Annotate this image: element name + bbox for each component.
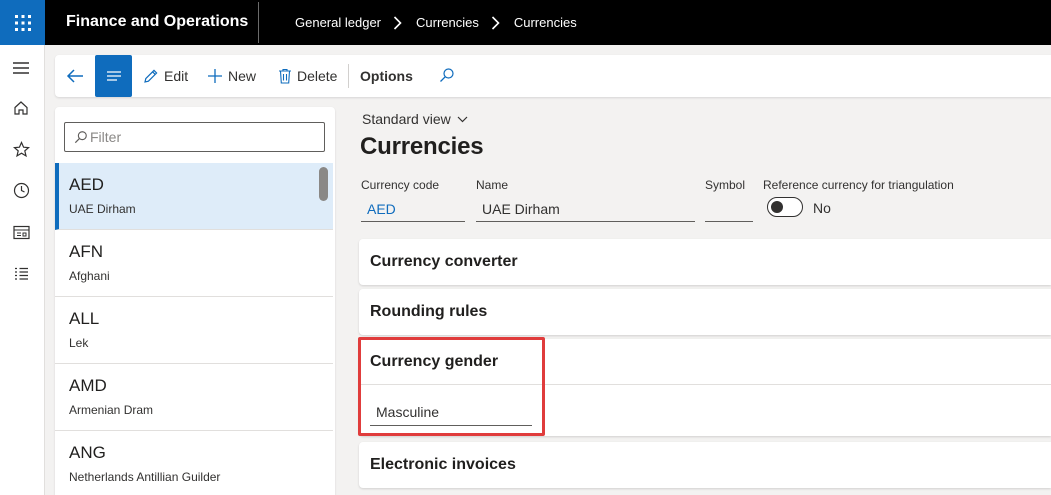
edit-label: Edit	[164, 68, 189, 84]
reference-currency-value: No	[813, 200, 831, 216]
currency-list: AED UAE Dirham AFN Afghani ALL Lek AMD A…	[55, 163, 333, 495]
toolbar-divider	[348, 64, 349, 88]
plus-icon	[208, 69, 222, 83]
search-icon	[74, 131, 87, 144]
list-item-code: ANG	[69, 443, 106, 462]
filter-box	[64, 122, 325, 152]
section-title: Rounding rules	[370, 303, 488, 320]
list-item-name: UAE Dirham	[69, 202, 136, 216]
app-launcher-button[interactable]	[0, 0, 45, 45]
reference-currency-label: Reference currency for triangulation	[763, 178, 954, 192]
top-bar: Finance and Operations General ledger Cu…	[0, 0, 1051, 45]
search-button[interactable]	[439, 67, 455, 88]
chevron-down-icon	[457, 116, 468, 122]
currency-list-panel: AED UAE Dirham AFN Afghani ALL Lek AMD A…	[55, 107, 335, 495]
new-button[interactable]: New	[207, 55, 256, 97]
arrow-left-icon	[66, 69, 83, 83]
highlight-box	[358, 337, 545, 436]
list-item-name: Lek	[69, 336, 89, 350]
electronic-invoices-section[interactable]: Electronic invoices	[359, 442, 1051, 488]
search-icon	[440, 68, 454, 82]
reference-currency-toggle[interactable]	[767, 197, 803, 217]
star-icon[interactable]	[10, 138, 32, 160]
list-item-all[interactable]: ALL Lek	[55, 297, 333, 364]
pencil-icon	[144, 69, 158, 83]
symbol-field[interactable]	[705, 199, 753, 222]
delete-label: Delete	[297, 68, 338, 84]
breadcrumb-currencies-module[interactable]: Currencies	[416, 15, 479, 30]
lines-icon	[106, 71, 121, 81]
section-title: Electronic invoices	[370, 456, 516, 473]
breadcrumb-currencies-page[interactable]: Currencies	[514, 15, 577, 30]
new-label: New	[228, 68, 257, 84]
edit-button[interactable]: Edit	[143, 55, 188, 97]
section-title: Currency converter	[370, 253, 518, 270]
page-menu-button[interactable]	[95, 55, 132, 97]
page-title: Currencies	[360, 133, 484, 160]
list-item-code: ALL	[69, 309, 100, 328]
chevron-right-icon	[491, 15, 500, 30]
list-item-ang[interactable]: ANG Netherlands Antillian Guilder	[55, 431, 333, 495]
currency-code-field[interactable]: AED	[361, 199, 465, 222]
left-nav	[0, 45, 45, 495]
delete-button[interactable]: Delete	[278, 55, 337, 97]
filter-input[interactable]	[90, 123, 320, 151]
list-item-code: AFN	[69, 242, 103, 261]
currency-converter-section[interactable]: Currency converter	[359, 239, 1051, 285]
list-item-aed[interactable]: AED UAE Dirham	[55, 163, 333, 230]
waffle-icon	[14, 14, 31, 31]
symbol-label: Symbol	[705, 178, 746, 192]
modules-list-icon[interactable]	[10, 263, 32, 285]
back-button[interactable]	[63, 64, 87, 88]
rounding-rules-section[interactable]: Rounding rules	[359, 289, 1051, 335]
list-item-name: Afghani	[69, 269, 110, 283]
clock-icon[interactable]	[10, 179, 32, 201]
name-label: Name	[476, 178, 509, 192]
view-selector-label: Standard view	[362, 111, 451, 127]
list-item-amd[interactable]: AMD Armenian Dram	[55, 364, 333, 431]
options-tab[interactable]: Options	[360, 55, 413, 97]
top-bar-divider	[258, 2, 259, 43]
list-item-afn[interactable]: AFN Afghani	[55, 230, 333, 297]
list-item-code: AED	[69, 175, 104, 194]
currency-code-label: Currency code	[361, 178, 440, 192]
home-icon[interactable]	[10, 97, 32, 119]
list-item-code: AMD	[69, 376, 107, 395]
breadcrumb: General ledger Currencies Currencies	[295, 0, 577, 45]
hamburger-icon[interactable]	[10, 57, 32, 79]
trash-icon	[279, 68, 291, 84]
list-scrollbar-thumb[interactable]	[319, 167, 328, 201]
name-field[interactable]: UAE Dirham	[476, 199, 695, 222]
list-item-name: Netherlands Antillian Guilder	[69, 470, 221, 484]
list-item-name: Armenian Dram	[69, 403, 154, 417]
workspace-icon[interactable]	[10, 221, 32, 243]
breadcrumb-general-ledger[interactable]: General ledger	[295, 15, 381, 30]
chevron-right-icon	[393, 15, 402, 30]
view-selector[interactable]: Standard view	[362, 111, 468, 127]
action-pane: Edit New Delete Options	[55, 55, 1051, 97]
app-title[interactable]: Finance and Operations	[66, 0, 248, 45]
